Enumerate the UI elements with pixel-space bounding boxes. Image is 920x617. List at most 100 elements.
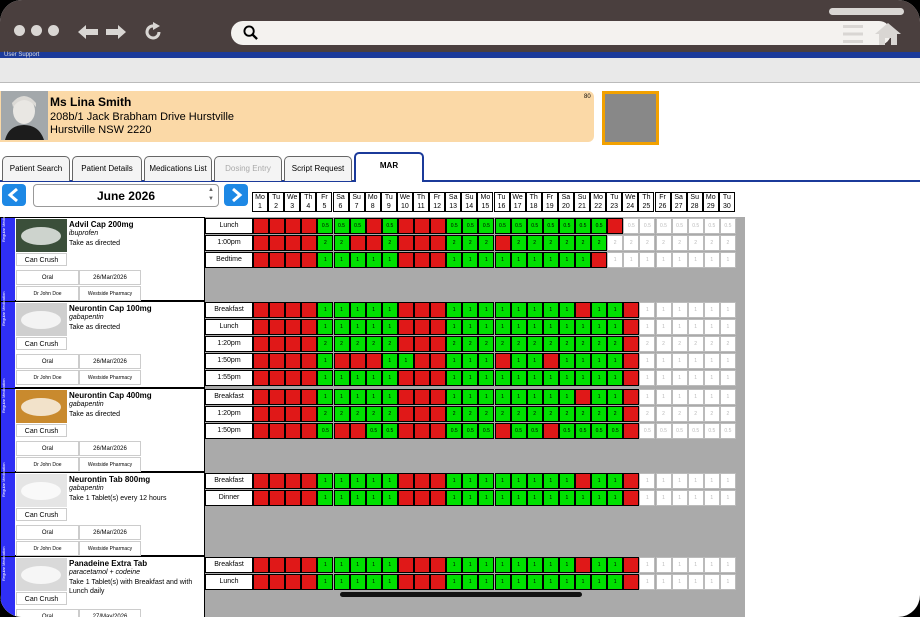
dose-cell[interactable] (301, 574, 318, 590)
dose-cell[interactable]: 2 (542, 235, 559, 251)
dose-cell[interactable] (430, 473, 447, 489)
previous-month-button[interactable] (2, 184, 26, 206)
dose-cell[interactable]: 1 (655, 353, 672, 369)
dose-cell[interactable]: 1 (526, 302, 543, 318)
dose-cell[interactable] (269, 574, 286, 590)
dose-cell[interactable] (494, 423, 511, 439)
dose-cell[interactable] (430, 557, 447, 573)
dose-cell[interactable]: 1 (494, 252, 511, 268)
dose-cell[interactable]: 2 (510, 235, 527, 251)
dose-cell[interactable]: 0.5 (446, 423, 463, 439)
dose-cell[interactable] (253, 557, 269, 573)
dose-cell[interactable]: 1 (558, 557, 575, 573)
dose-cell[interactable] (253, 423, 269, 439)
dose-cell[interactable]: 0.5 (575, 218, 591, 234)
dose-cell[interactable]: 1 (317, 473, 334, 489)
dose-cell[interactable] (301, 218, 318, 234)
dose-cell[interactable]: 1 (526, 353, 543, 369)
dose-cell[interactable]: 1 (526, 319, 543, 335)
dose-cell[interactable]: 1 (639, 473, 656, 489)
dose-cell[interactable]: 1 (333, 490, 350, 506)
dose-cell[interactable] (414, 473, 430, 489)
dose-cell[interactable]: 1 (494, 302, 511, 318)
dose-cell[interactable]: 2 (333, 235, 350, 251)
dose-cell[interactable] (365, 218, 382, 234)
dose-cell[interactable]: 1 (639, 353, 656, 369)
dose-cell[interactable] (269, 319, 286, 335)
dose-cell[interactable] (253, 406, 269, 422)
dose-cell[interactable]: 1 (478, 319, 495, 335)
dose-cell[interactable]: 0.5 (687, 218, 704, 234)
dose-cell[interactable]: 1 (510, 490, 527, 506)
dose-cell[interactable]: 1 (381, 557, 398, 573)
dose-cell[interactable]: 1 (462, 490, 479, 506)
dose-cell[interactable] (397, 319, 414, 335)
dose-cell[interactable] (414, 423, 430, 439)
dose-cell[interactable]: 1 (639, 389, 656, 405)
dose-cell[interactable]: 1 (462, 389, 479, 405)
dose-cell[interactable] (269, 473, 286, 489)
dose-cell[interactable]: 2 (719, 336, 736, 352)
dose-cell[interactable]: 1 (478, 353, 495, 369)
dose-cell[interactable]: 2 (655, 406, 672, 422)
dose-cell[interactable] (285, 490, 302, 506)
dose-cell[interactable] (414, 406, 430, 422)
dose-cell[interactable]: 1 (381, 490, 398, 506)
dose-cell[interactable]: 1 (462, 302, 479, 318)
dose-cell[interactable] (285, 302, 302, 318)
spinner-arrows-icon[interactable]: ▲ ▼ (208, 186, 214, 204)
dose-cell[interactable] (623, 574, 640, 590)
dose-cell[interactable]: 1 (542, 574, 559, 590)
dose-cell[interactable]: 1 (349, 574, 366, 590)
dose-cell[interactable]: 2 (623, 235, 640, 251)
dose-cell[interactable]: 0.5 (478, 218, 495, 234)
dose-cell[interactable] (253, 302, 269, 318)
dose-cell[interactable]: 0.5 (446, 218, 463, 234)
dose-cell[interactable] (623, 319, 640, 335)
dose-cell[interactable] (414, 353, 430, 369)
dose-cell[interactable]: 2 (494, 406, 511, 422)
dose-cell[interactable]: 1 (687, 490, 704, 506)
dose-cell[interactable]: 1 (591, 574, 608, 590)
dose-cell[interactable]: 1 (526, 557, 543, 573)
dose-cell[interactable]: 2 (639, 406, 656, 422)
dose-cell[interactable]: 1 (703, 319, 720, 335)
dose-cell[interactable] (285, 252, 302, 268)
dose-cell[interactable]: 2 (719, 406, 736, 422)
dose-cell[interactable]: 1 (365, 319, 382, 335)
dose-cell[interactable]: 2 (349, 336, 366, 352)
dose-cell[interactable] (301, 336, 318, 352)
dose-cell[interactable]: 1 (478, 252, 495, 268)
dose-cell[interactable]: 0.5 (655, 423, 672, 439)
dose-cell[interactable]: 0.5 (639, 218, 656, 234)
dose-cell[interactable] (430, 336, 447, 352)
dose-cell[interactable]: 1 (510, 319, 527, 335)
dose-cell[interactable] (430, 389, 447, 405)
dose-cell[interactable]: 1 (719, 370, 736, 386)
dose-cell[interactable]: 2 (655, 336, 672, 352)
dose-cell[interactable]: 1 (494, 389, 511, 405)
tab-medications-list[interactable]: Medications List (144, 156, 212, 181)
dose-cell[interactable]: 0.5 (607, 423, 624, 439)
dose-cell[interactable]: 1 (317, 574, 334, 590)
dose-cell[interactable]: 1 (478, 574, 495, 590)
home-indicator[interactable] (340, 592, 582, 597)
dose-cell[interactable] (253, 370, 269, 386)
dose-cell[interactable]: 2 (349, 406, 366, 422)
dose-cell[interactable]: 1 (333, 302, 350, 318)
dose-cell[interactable] (414, 336, 430, 352)
dose-cell[interactable]: 1 (510, 370, 527, 386)
dose-cell[interactable]: 2 (462, 406, 479, 422)
dose-cell[interactable] (365, 353, 382, 369)
dose-cell[interactable]: 1 (526, 473, 543, 489)
dose-cell[interactable]: 2 (719, 235, 736, 251)
dose-cell[interactable]: 1 (365, 252, 382, 268)
dose-cell[interactable]: 1 (607, 473, 624, 489)
dose-cell[interactable]: 0.5 (381, 423, 398, 439)
dose-cell[interactable]: 1 (317, 319, 334, 335)
dose-cell[interactable]: 1 (575, 319, 591, 335)
medication-card[interactable]: Regular Medication Advil Cap 200mg ibuprof… (0, 208, 205, 302)
dose-cell[interactable]: 0.5 (703, 423, 720, 439)
dose-cell[interactable] (623, 473, 640, 489)
dose-cell[interactable]: 1 (510, 557, 527, 573)
